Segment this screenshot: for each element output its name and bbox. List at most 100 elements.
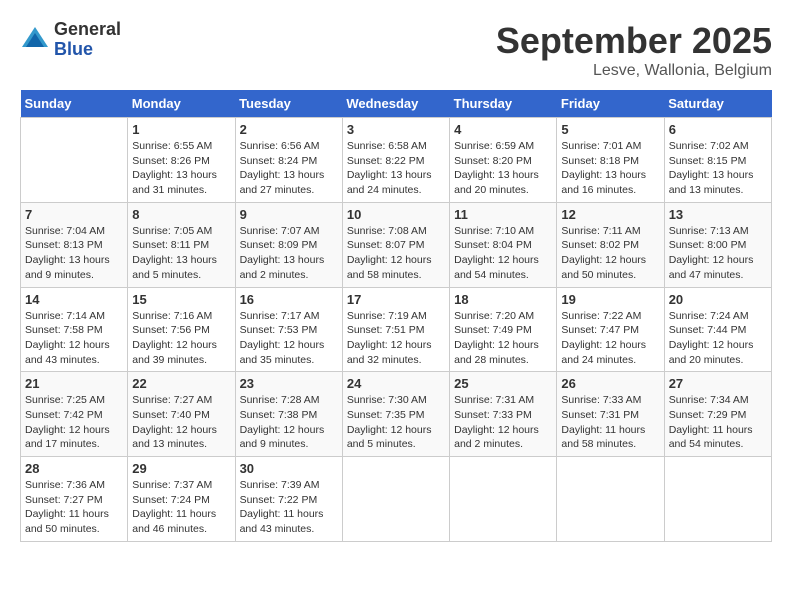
day-number: 23 bbox=[240, 376, 338, 391]
day-number: 24 bbox=[347, 376, 445, 391]
day-info: Sunrise: 7:30 AMSunset: 7:35 PMDaylight:… bbox=[347, 393, 445, 452]
calendar-week-row: 28Sunrise: 7:36 AMSunset: 7:27 PMDayligh… bbox=[21, 457, 772, 542]
calendar-day-header: Sunday bbox=[21, 90, 128, 118]
calendar-day-cell: 29 Sunrise: 7:37 AMSunset: 7:24 PMDayligh… bbox=[128, 457, 235, 542]
day-number: 19 bbox=[561, 292, 659, 307]
calendar-day-cell bbox=[664, 457, 771, 542]
logo-text: General Blue bbox=[54, 20, 121, 60]
day-info: Sunrise: 6:55 AMSunset: 8:26 PMDaylight:… bbox=[132, 139, 230, 198]
day-info: Sunrise: 7:14 AMSunset: 7:58 PMDaylight:… bbox=[25, 309, 123, 368]
calendar-day-cell: 26 Sunrise: 7:33 AMSunset: 7:31 PMDayligh… bbox=[557, 372, 664, 457]
day-number: 12 bbox=[561, 207, 659, 222]
day-number: 16 bbox=[240, 292, 338, 307]
day-info: Sunrise: 7:07 AMSunset: 8:09 PMDaylight:… bbox=[240, 224, 338, 283]
logo-general: General bbox=[54, 20, 121, 40]
day-number: 5 bbox=[561, 122, 659, 137]
day-info: Sunrise: 7:37 AMSunset: 7:24 PMDaylight:… bbox=[132, 478, 230, 537]
month-title: September 2025 bbox=[496, 20, 772, 62]
calendar-day-cell: 16 Sunrise: 7:17 AMSunset: 7:53 PMDayligh… bbox=[235, 287, 342, 372]
day-info: Sunrise: 7:25 AMSunset: 7:42 PMDaylight:… bbox=[25, 393, 123, 452]
calendar-day-cell: 10 Sunrise: 7:08 AMSunset: 8:07 PMDayligh… bbox=[342, 202, 449, 287]
day-info: Sunrise: 7:20 AMSunset: 7:49 PMDaylight:… bbox=[454, 309, 552, 368]
day-number: 28 bbox=[25, 461, 123, 476]
calendar-day-cell: 1Sunrise: 6:55 AMSunset: 8:26 PMDaylight… bbox=[128, 118, 235, 203]
calendar-day-cell: 14Sunrise: 7:14 AMSunset: 7:58 PMDayligh… bbox=[21, 287, 128, 372]
calendar-day-cell: 3 Sunrise: 6:58 AMSunset: 8:22 PMDaylight… bbox=[342, 118, 449, 203]
day-info: Sunrise: 7:11 AMSunset: 8:02 PMDaylight:… bbox=[561, 224, 659, 283]
calendar-week-row: 21 Sunrise: 7:25 AMSunset: 7:42 PMDayligh… bbox=[21, 372, 772, 457]
day-info: Sunrise: 7:13 AMSunset: 8:00 PMDaylight:… bbox=[669, 224, 767, 283]
day-info: Sunrise: 6:58 AMSunset: 8:22 PMDaylight:… bbox=[347, 139, 445, 198]
day-info: Sunrise: 7:16 AMSunset: 7:56 PMDaylight:… bbox=[132, 309, 230, 368]
day-number: 25 bbox=[454, 376, 552, 391]
calendar-day-cell: 7 Sunrise: 7:04 AMSunset: 8:13 PMDaylight… bbox=[21, 202, 128, 287]
day-number: 15 bbox=[132, 292, 230, 307]
day-info: Sunrise: 7:33 AMSunset: 7:31 PMDaylight:… bbox=[561, 393, 659, 452]
calendar-day-cell: 15 Sunrise: 7:16 AMSunset: 7:56 PMDayligh… bbox=[128, 287, 235, 372]
page-header: General Blue September 2025 Lesve, Wallo… bbox=[20, 20, 772, 80]
calendar-week-row: 7 Sunrise: 7:04 AMSunset: 8:13 PMDaylight… bbox=[21, 202, 772, 287]
day-info: Sunrise: 7:08 AMSunset: 8:07 PMDaylight:… bbox=[347, 224, 445, 283]
day-number: 13 bbox=[669, 207, 767, 222]
calendar-day-cell: 22Sunrise: 7:27 AMSunset: 7:40 PMDayligh… bbox=[128, 372, 235, 457]
day-number: 11 bbox=[454, 207, 552, 222]
day-info: Sunrise: 7:17 AMSunset: 7:53 PMDaylight:… bbox=[240, 309, 338, 368]
day-info: Sunrise: 7:02 AMSunset: 8:15 PMDaylight:… bbox=[669, 139, 767, 198]
day-number: 8 bbox=[132, 207, 230, 222]
calendar-day-cell: 4 Sunrise: 6:59 AMSunset: 8:20 PMDaylight… bbox=[450, 118, 557, 203]
day-info: Sunrise: 7:04 AMSunset: 8:13 PMDaylight:… bbox=[25, 224, 123, 283]
day-number: 7 bbox=[25, 207, 123, 222]
day-info: Sunrise: 7:34 AMSunset: 7:29 PMDaylight:… bbox=[669, 393, 767, 452]
day-info: Sunrise: 7:24 AMSunset: 7:44 PMDaylight:… bbox=[669, 309, 767, 368]
day-info: Sunrise: 6:59 AMSunset: 8:20 PMDaylight:… bbox=[454, 139, 552, 198]
day-info: Sunrise: 7:22 AMSunset: 7:47 PMDaylight:… bbox=[561, 309, 659, 368]
day-info: Sunrise: 7:05 AMSunset: 8:11 PMDaylight:… bbox=[132, 224, 230, 283]
calendar-day-header: Friday bbox=[557, 90, 664, 118]
calendar-day-header: Thursday bbox=[450, 90, 557, 118]
day-info: Sunrise: 6:56 AMSunset: 8:24 PMDaylight:… bbox=[240, 139, 338, 198]
day-info: Sunrise: 7:27 AMSunset: 7:40 PMDaylight:… bbox=[132, 393, 230, 452]
day-number: 29 bbox=[132, 461, 230, 476]
day-number: 9 bbox=[240, 207, 338, 222]
calendar-day-header: Tuesday bbox=[235, 90, 342, 118]
calendar-table: SundayMondayTuesdayWednesdayThursdayFrid… bbox=[20, 90, 772, 542]
day-number: 17 bbox=[347, 292, 445, 307]
calendar-day-cell bbox=[21, 118, 128, 203]
day-info: Sunrise: 7:10 AMSunset: 8:04 PMDaylight:… bbox=[454, 224, 552, 283]
calendar-day-cell: 25 Sunrise: 7:31 AMSunset: 7:33 PMDayligh… bbox=[450, 372, 557, 457]
calendar-day-cell: 6 Sunrise: 7:02 AMSunset: 8:15 PMDaylight… bbox=[664, 118, 771, 203]
calendar-day-cell: 8 Sunrise: 7:05 AMSunset: 8:11 PMDaylight… bbox=[128, 202, 235, 287]
calendar-day-cell: 13 Sunrise: 7:13 AMSunset: 8:00 PMDayligh… bbox=[664, 202, 771, 287]
day-number: 6 bbox=[669, 122, 767, 137]
calendar-day-cell: 9 Sunrise: 7:07 AMSunset: 8:09 PMDaylight… bbox=[235, 202, 342, 287]
calendar-day-header: Wednesday bbox=[342, 90, 449, 118]
calendar-day-cell: 17 Sunrise: 7:19 AMSunset: 7:51 PMDayligh… bbox=[342, 287, 449, 372]
day-number: 20 bbox=[669, 292, 767, 307]
day-info: Sunrise: 7:19 AMSunset: 7:51 PMDaylight:… bbox=[347, 309, 445, 368]
day-info: Sunrise: 7:28 AMSunset: 7:38 PMDaylight:… bbox=[240, 393, 338, 452]
day-info: Sunrise: 7:39 AMSunset: 7:22 PMDaylight:… bbox=[240, 478, 338, 537]
calendar-day-cell: 30 Sunrise: 7:39 AMSunset: 7:22 PMDayligh… bbox=[235, 457, 342, 542]
calendar-week-row: 1Sunrise: 6:55 AMSunset: 8:26 PMDaylight… bbox=[21, 118, 772, 203]
day-number: 26 bbox=[561, 376, 659, 391]
calendar-day-cell: 21 Sunrise: 7:25 AMSunset: 7:42 PMDayligh… bbox=[21, 372, 128, 457]
location-title: Lesve, Wallonia, Belgium bbox=[496, 62, 772, 80]
day-number: 27 bbox=[669, 376, 767, 391]
logo: General Blue bbox=[20, 20, 121, 60]
calendar-day-header: Saturday bbox=[664, 90, 771, 118]
calendar-day-cell: 5 Sunrise: 7:01 AMSunset: 8:18 PMDaylight… bbox=[557, 118, 664, 203]
day-number: 2 bbox=[240, 122, 338, 137]
day-number: 3 bbox=[347, 122, 445, 137]
calendar-day-cell: 12 Sunrise: 7:11 AMSunset: 8:02 PMDayligh… bbox=[557, 202, 664, 287]
logo-blue: Blue bbox=[54, 40, 121, 60]
calendar-week-row: 14Sunrise: 7:14 AMSunset: 7:58 PMDayligh… bbox=[21, 287, 772, 372]
day-number: 10 bbox=[347, 207, 445, 222]
day-info: Sunrise: 7:31 AMSunset: 7:33 PMDaylight:… bbox=[454, 393, 552, 452]
day-number: 21 bbox=[25, 376, 123, 391]
calendar-day-cell: 27 Sunrise: 7:34 AMSunset: 7:29 PMDayligh… bbox=[664, 372, 771, 457]
day-number: 4 bbox=[454, 122, 552, 137]
day-number: 30 bbox=[240, 461, 338, 476]
day-info: Sunrise: 7:01 AMSunset: 8:18 PMDaylight:… bbox=[561, 139, 659, 198]
calendar-day-cell: 2 Sunrise: 6:56 AMSunset: 8:24 PMDaylight… bbox=[235, 118, 342, 203]
calendar-day-cell: 20 Sunrise: 7:24 AMSunset: 7:44 PMDayligh… bbox=[664, 287, 771, 372]
